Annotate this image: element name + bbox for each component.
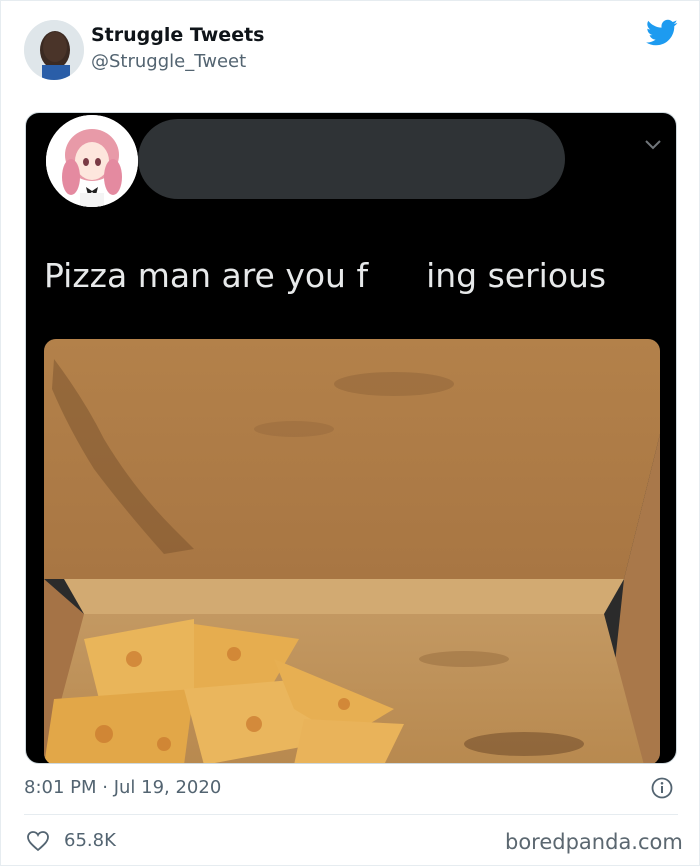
divider <box>24 814 678 815</box>
like-count[interactable]: 65.8K <box>64 830 116 851</box>
pizza-box-photo <box>44 339 660 763</box>
avatar[interactable] <box>24 20 84 80</box>
watermark: boredpanda.com <box>505 830 683 854</box>
tweet-timestamp[interactable]: 8:01 PM · Jul 19, 2020 <box>24 777 221 798</box>
twitter-bird-icon[interactable] <box>646 19 678 47</box>
embedded-tweet-text: Pizza man are you f ing serious <box>44 256 606 295</box>
display-name[interactable]: Struggle Tweets <box>91 24 264 46</box>
info-icon[interactable] <box>651 777 673 799</box>
embedded-screenshot[interactable]: Pizza man are you f ing serious <box>25 112 677 764</box>
heart-icon[interactable] <box>26 830 50 852</box>
redacted-name-bar <box>138 119 565 199</box>
chevron-down-icon[interactable] <box>644 139 662 151</box>
tweet-card: Struggle Tweets @Struggle_Tweet Pizza ma… <box>0 0 700 866</box>
tweet-text-part-1: Pizza man are you f <box>44 256 369 295</box>
user-handle[interactable]: @Struggle_Tweet <box>91 51 246 72</box>
tweet-text-part-2: ing serious <box>426 256 607 295</box>
embedded-avatar <box>46 115 138 207</box>
